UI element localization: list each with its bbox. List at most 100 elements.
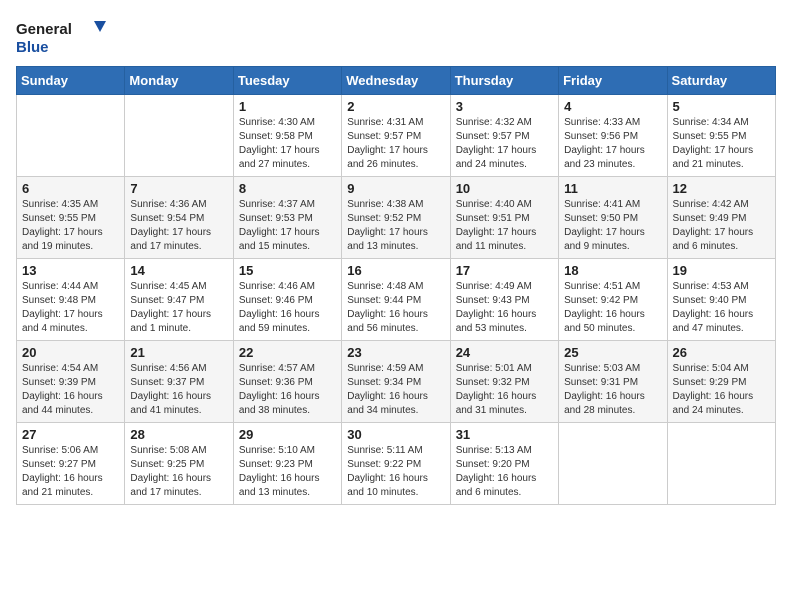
calendar-day-cell: 10 Sunrise: 4:40 AM Sunset: 9:51 PM Dayli… [450,177,558,259]
calendar-day-cell: 3 Sunrise: 4:32 AM Sunset: 9:57 PM Daylig… [450,95,558,177]
day-number: 15 [239,263,336,278]
calendar-day-cell: 7 Sunrise: 4:36 AM Sunset: 9:54 PM Daylig… [125,177,233,259]
calendar-day-cell: 6Sunrise: 4:35 AM Sunset: 9:55 PM Daylig… [17,177,125,259]
day-info: Sunrise: 4:56 AM Sunset: 9:37 PM Dayligh… [130,362,227,418]
weekday-header-tuesday: Tuesday [233,67,341,95]
calendar-day-cell: 23Sunrise: 4:59 AM Sunset: 9:34 PM Dayli… [342,341,450,423]
weekday-header-monday: Monday [125,67,233,95]
day-info: Sunrise: 5:06 AM Sunset: 9:27 PM Dayligh… [22,444,119,500]
day-number: 2 [347,99,444,114]
calendar-day-cell: 14 Sunrise: 4:45 AM Sunset: 9:47 PM Dayli… [125,259,233,341]
calendar-day-cell: 30 Sunrise: 5:11 AM Sunset: 9:22 PM Dayli… [342,423,450,505]
day-info: Sunrise: 4:30 AM Sunset: 9:58 PM Dayligh… [239,116,336,172]
calendar-day-cell: 20 Sunrise: 4:54 AM Sunset: 9:39 PM Dayli… [17,341,125,423]
day-info: Sunrise: 4:40 AM Sunset: 9:51 PM Dayligh… [456,198,553,254]
day-number: 3 [456,99,553,114]
calendar-week-row: 1 Sunrise: 4:30 AM Sunset: 9:58 PM Daylig… [17,95,776,177]
day-number: 20 [22,345,119,360]
day-number: 30 [347,427,444,442]
page-header: General Blue [16,16,776,56]
day-info: Sunrise: 4:48 AM Sunset: 9:44 PM Dayligh… [347,280,444,336]
day-number: 10 [456,181,553,196]
day-number: 11 [564,181,661,196]
day-number: 4 [564,99,661,114]
day-number: 28 [130,427,227,442]
day-number: 31 [456,427,553,442]
calendar-day-cell: 22 Sunrise: 4:57 AM Sunset: 9:36 PM Dayli… [233,341,341,423]
calendar-day-cell: 19 Sunrise: 4:53 AM Sunset: 9:40 PM Dayli… [667,259,775,341]
calendar-day-cell: 11 Sunrise: 4:41 AM Sunset: 9:50 PM Dayli… [559,177,667,259]
calendar-day-cell: 26 Sunrise: 5:04 AM Sunset: 9:29 PM Dayli… [667,341,775,423]
calendar-day-cell [125,95,233,177]
weekday-header-row: SundayMondayTuesdayWednesdayThursdayFrid… [17,67,776,95]
day-info: Sunrise: 4:51 AM Sunset: 9:42 PM Dayligh… [564,280,661,336]
day-number: 5 [673,99,770,114]
weekday-header-friday: Friday [559,67,667,95]
day-info: Sunrise: 4:38 AM Sunset: 9:52 PM Dayligh… [347,198,444,254]
day-number: 9 [347,181,444,196]
calendar-day-cell: 2 Sunrise: 4:31 AM Sunset: 9:57 PM Daylig… [342,95,450,177]
calendar-day-cell: 17 Sunrise: 4:49 AM Sunset: 9:43 PM Dayli… [450,259,558,341]
day-info: Sunrise: 5:04 AM Sunset: 9:29 PM Dayligh… [673,362,770,418]
calendar-week-row: 20 Sunrise: 4:54 AM Sunset: 9:39 PM Dayli… [17,341,776,423]
day-info: Sunrise: 4:44 AM Sunset: 9:48 PM Dayligh… [22,280,119,336]
day-number: 14 [130,263,227,278]
calendar-day-cell: 21 Sunrise: 4:56 AM Sunset: 9:37 PM Dayli… [125,341,233,423]
day-number: 26 [673,345,770,360]
weekday-header-wednesday: Wednesday [342,67,450,95]
weekday-header-saturday: Saturday [667,67,775,95]
day-info: Sunrise: 4:41 AM Sunset: 9:50 PM Dayligh… [564,198,661,254]
day-info: Sunrise: 4:59 AM Sunset: 9:34 PM Dayligh… [347,362,444,418]
day-info: Sunrise: 4:42 AM Sunset: 9:49 PM Dayligh… [673,198,770,254]
weekday-header-thursday: Thursday [450,67,558,95]
calendar-day-cell: 5 Sunrise: 4:34 AM Sunset: 9:55 PM Daylig… [667,95,775,177]
day-info: Sunrise: 5:13 AM Sunset: 9:20 PM Dayligh… [456,444,553,500]
day-info: Sunrise: 4:46 AM Sunset: 9:46 PM Dayligh… [239,280,336,336]
day-info: Sunrise: 4:34 AM Sunset: 9:55 PM Dayligh… [673,116,770,172]
day-info: Sunrise: 4:31 AM Sunset: 9:57 PM Dayligh… [347,116,444,172]
calendar-day-cell: 29 Sunrise: 5:10 AM Sunset: 9:23 PM Dayli… [233,423,341,505]
day-info: Sunrise: 5:10 AM Sunset: 9:23 PM Dayligh… [239,444,336,500]
day-number: 16 [347,263,444,278]
day-number: 24 [456,345,553,360]
logo-svg: General Blue [16,16,106,56]
day-number: 19 [673,263,770,278]
calendar-week-row: 13 Sunrise: 4:44 AM Sunset: 9:48 PM Dayli… [17,259,776,341]
day-info: Sunrise: 5:03 AM Sunset: 9:31 PM Dayligh… [564,362,661,418]
calendar-day-cell: 15 Sunrise: 4:46 AM Sunset: 9:46 PM Dayli… [233,259,341,341]
day-info: Sunrise: 4:49 AM Sunset: 9:43 PM Dayligh… [456,280,553,336]
calendar-table: SundayMondayTuesdayWednesdayThursdayFrid… [16,66,776,505]
day-number: 22 [239,345,336,360]
calendar-day-cell: 13 Sunrise: 4:44 AM Sunset: 9:48 PM Dayli… [17,259,125,341]
day-info: Sunrise: 4:53 AM Sunset: 9:40 PM Dayligh… [673,280,770,336]
day-info: Sunrise: 4:45 AM Sunset: 9:47 PM Dayligh… [130,280,227,336]
day-info: Sunrise: 4:57 AM Sunset: 9:36 PM Dayligh… [239,362,336,418]
logo: General Blue [16,16,106,56]
day-number: 1 [239,99,336,114]
day-number: 27 [22,427,119,442]
calendar-day-cell: 1 Sunrise: 4:30 AM Sunset: 9:58 PM Daylig… [233,95,341,177]
calendar-day-cell: 27 Sunrise: 5:06 AM Sunset: 9:27 PM Dayli… [17,423,125,505]
day-info: Sunrise: 4:54 AM Sunset: 9:39 PM Dayligh… [22,362,119,418]
calendar-day-cell: 16 Sunrise: 4:48 AM Sunset: 9:44 PM Dayli… [342,259,450,341]
day-info: Sunrise: 4:33 AM Sunset: 9:56 PM Dayligh… [564,116,661,172]
day-number: 13 [22,263,119,278]
day-info: Sunrise: 4:32 AM Sunset: 9:57 PM Dayligh… [456,116,553,172]
day-number: 29 [239,427,336,442]
calendar-day-cell: 18Sunrise: 4:51 AM Sunset: 9:42 PM Dayli… [559,259,667,341]
calendar-day-cell [667,423,775,505]
calendar-day-cell: 25 Sunrise: 5:03 AM Sunset: 9:31 PM Dayli… [559,341,667,423]
day-number: 25 [564,345,661,360]
calendar-week-row: 6Sunrise: 4:35 AM Sunset: 9:55 PM Daylig… [17,177,776,259]
calendar-day-cell: 24Sunrise: 5:01 AM Sunset: 9:32 PM Dayli… [450,341,558,423]
day-number: 17 [456,263,553,278]
day-info: Sunrise: 4:36 AM Sunset: 9:54 PM Dayligh… [130,198,227,254]
day-number: 7 [130,181,227,196]
day-number: 6 [22,181,119,196]
day-info: Sunrise: 5:11 AM Sunset: 9:22 PM Dayligh… [347,444,444,500]
calendar-day-cell: 28Sunrise: 5:08 AM Sunset: 9:25 PM Dayli… [125,423,233,505]
calendar-day-cell: 31 Sunrise: 5:13 AM Sunset: 9:20 PM Dayli… [450,423,558,505]
weekday-header-sunday: Sunday [17,67,125,95]
calendar-week-row: 27 Sunrise: 5:06 AM Sunset: 9:27 PM Dayli… [17,423,776,505]
day-number: 21 [130,345,227,360]
